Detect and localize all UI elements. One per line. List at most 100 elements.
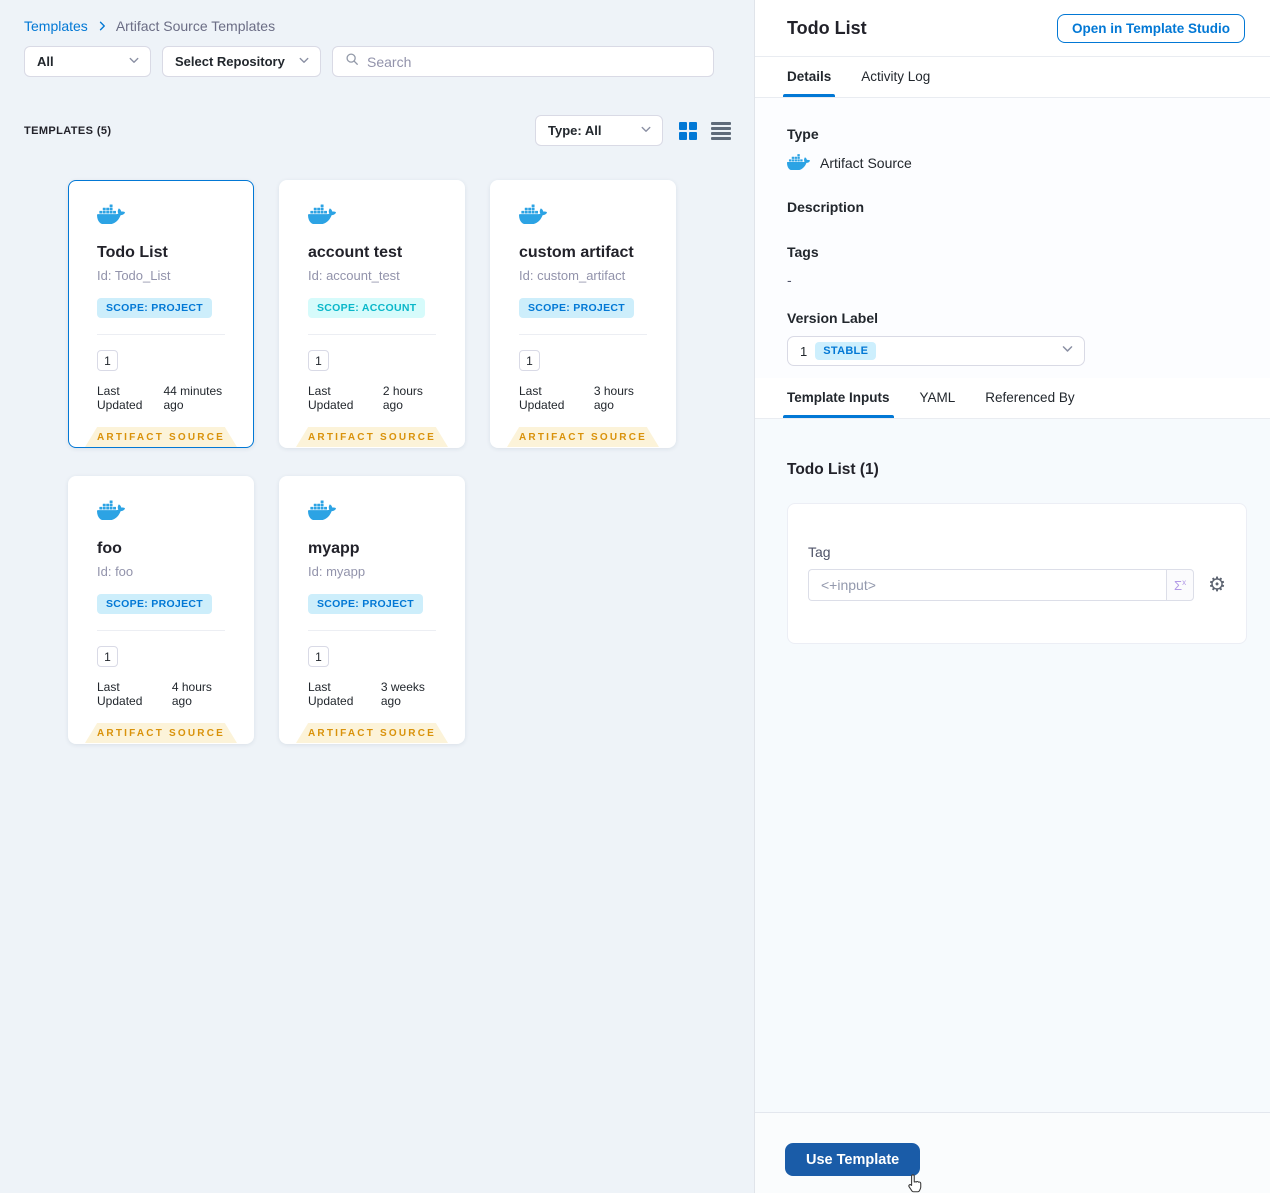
version-count-badge: 1 (519, 350, 540, 371)
last-updated-value: 4 hours ago (171, 680, 212, 708)
chevron-down-icon (640, 123, 652, 138)
tab-details[interactable]: Details (782, 57, 836, 97)
template-card-title: myapp (308, 540, 360, 557)
breadcrumb: Templates Artifact Source Templates (0, 0, 755, 34)
tags-value: - (787, 272, 792, 288)
use-template-button[interactable]: Use Template (785, 1143, 921, 1176)
tab-template-inputs[interactable]: Template Inputs (783, 378, 894, 418)
last-updated-label: Last Updated (308, 384, 354, 412)
version-label: Version Label (787, 310, 879, 326)
stable-badge: STABLE (815, 342, 877, 360)
scope-badge: SCOPE: PROJECT (519, 298, 634, 318)
last-updated-row: Last Updated 44 minutes ago (97, 384, 233, 412)
last-updated-row: Last Updated 2 hours ago (308, 384, 444, 412)
chevron-right-icon (96, 20, 108, 32)
template-card[interactable]: custom artifact Id: custom_artifact SCOP… (490, 180, 676, 448)
search-input[interactable] (367, 53, 701, 70)
type-filter-value: Type: All (548, 123, 602, 138)
search-icon (345, 52, 359, 71)
gear-icon[interactable]: ⚙ (1208, 575, 1226, 595)
template-card-id: Id: custom_artifact (519, 268, 626, 283)
type-value: Artifact Source (820, 155, 912, 171)
template-card-id: Id: Todo_List (97, 268, 171, 283)
open-in-template-studio-button[interactable]: Open in Template Studio (1056, 13, 1245, 43)
docker-whale-icon (307, 499, 444, 525)
card-divider (519, 334, 647, 335)
list-header: TEMPLATES (5) Type: All (0, 115, 755, 146)
scope-filter-dropdown[interactable]: All (24, 46, 151, 77)
type-label: Type (787, 126, 819, 142)
list-view-icon[interactable] (711, 121, 731, 140)
tab-referenced-by[interactable]: Referenced By (985, 378, 1074, 418)
filter-row: All Select Repository (0, 34, 755, 77)
template-card-title: foo (97, 540, 122, 557)
template-card[interactable]: myapp Id: myapp SCOPE: PROJECT 1 Last Up… (279, 476, 465, 744)
templates-grid: Todo List Id: Todo_List SCOPE: PROJECT 1… (68, 180, 688, 744)
template-card[interactable]: foo Id: foo SCOPE: PROJECT 1 Last Update… (68, 476, 254, 744)
last-updated-label: Last Updated (519, 384, 565, 412)
last-updated-row: Last Updated 4 hours ago (97, 680, 233, 708)
details-tab-bar: Details Activity Log (755, 57, 1270, 98)
docker-whale-icon (96, 203, 233, 229)
tab-activity-log[interactable]: Activity Log (861, 57, 930, 97)
details-panel-header: Todo List Open in Template Studio (755, 0, 1270, 57)
repository-filter-dropdown[interactable]: Select Repository (162, 46, 321, 77)
chevron-down-icon (1061, 342, 1074, 360)
inputs-card: Tag Σx ⚙ (787, 503, 1247, 644)
templates-list-panel: Templates Artifact Source Templates All … (0, 0, 755, 1193)
template-card[interactable]: account test Id: account_test SCOPE: ACC… (279, 180, 465, 448)
template-inputs-section: Todo List (1) Tag Σx ⚙ (755, 419, 1270, 1112)
template-card-title: Todo List (97, 244, 168, 261)
last-updated-label: Last Updated (308, 680, 354, 708)
docker-whale-icon (96, 499, 233, 525)
tags-label: Tags (787, 244, 819, 260)
card-divider (308, 630, 436, 631)
inputs-tab-bar: Template Inputs YAML Referenced By (755, 378, 1270, 419)
template-card-id: Id: foo (97, 564, 134, 579)
version-count-badge: 1 (97, 350, 118, 371)
templates-count-label: TEMPLATES (5) (24, 124, 112, 137)
scope-badge: SCOPE: PROJECT (97, 594, 212, 614)
scope-badge: SCOPE: ACCOUNT (308, 298, 426, 318)
card-divider (97, 630, 225, 631)
chevron-down-icon (128, 54, 140, 69)
last-updated-value: 3 hours ago (593, 384, 634, 412)
search-field[interactable] (332, 46, 714, 77)
hand-cursor-icon (905, 1173, 925, 1193)
version-value: 1 (800, 343, 808, 359)
version-dropdown[interactable]: 1 STABLE (787, 336, 1085, 366)
card-divider (97, 334, 225, 335)
artifact-source-templates-page: Templates Artifact Source Templates All … (0, 0, 1270, 1193)
type-filter-dropdown[interactable]: Type: All (535, 115, 663, 146)
version-count-badge: 1 (97, 646, 118, 667)
repository-filter-value: Select Repository (175, 54, 285, 69)
docker-whale-icon (307, 203, 444, 229)
description-label: Description (787, 199, 865, 215)
template-card-title: custom artifact (519, 244, 634, 261)
tag-label: Tag (808, 544, 831, 560)
details-section: Type Artifact Source Description Tags - … (755, 98, 1270, 378)
template-card[interactable]: Todo List Id: Todo_List SCOPE: PROJECT 1… (68, 180, 254, 448)
version-count-badge: 1 (308, 350, 329, 371)
card-divider (308, 334, 436, 335)
last-updated-label: Last Updated (97, 384, 143, 412)
inputs-heading: Todo List (1) (787, 461, 879, 478)
breadcrumb-templates-link[interactable]: Templates (24, 18, 88, 34)
tag-input[interactable] (808, 569, 1167, 601)
last-updated-value: 2 hours ago (382, 384, 423, 412)
grid-view-icon[interactable] (679, 121, 697, 140)
tab-yaml[interactable]: YAML (920, 378, 956, 418)
version-count-badge: 1 (308, 646, 329, 667)
template-details-panel: Todo List Open in Template Studio Detail… (755, 0, 1270, 1193)
breadcrumb-current: Artifact Source Templates (115, 18, 276, 34)
artifact-source-ribbon: ARTIFACT SOURCE (296, 427, 448, 447)
details-panel-title: Todo List (787, 17, 867, 38)
scope-filter-value: All (37, 54, 54, 69)
sigma-x-icon[interactable]: Σx (1166, 569, 1195, 601)
artifact-source-ribbon: ARTIFACT SOURCE (85, 723, 237, 743)
docker-whale-icon (519, 203, 655, 229)
template-card-id: Id: myapp (308, 564, 366, 579)
artifact-source-ribbon: ARTIFACT SOURCE (85, 427, 237, 447)
last-updated-label: Last Updated (97, 680, 143, 708)
scope-badge: SCOPE: PROJECT (97, 298, 212, 318)
